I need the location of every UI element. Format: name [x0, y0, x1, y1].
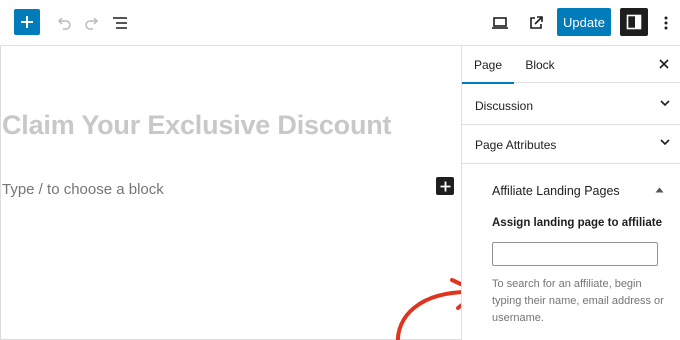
- affiliate-help-text: To search for an affiliate, begin typing…: [492, 278, 664, 324]
- sidebar-toggle-icon: [626, 14, 642, 30]
- preview-button[interactable]: [486, 9, 514, 37]
- affiliate-search-input[interactable]: [492, 242, 658, 266]
- inline-block-inserter-button[interactable]: [436, 177, 454, 195]
- settings-toggle-button[interactable]: [620, 8, 648, 36]
- caret-up-icon[interactable]: [655, 187, 664, 193]
- panel-title-page-attributes: Page Attributes: [475, 137, 557, 152]
- top-toolbar: Update: [0, 0, 680, 46]
- plus-icon: [21, 16, 33, 28]
- sidebar-tabs: Page Block: [462, 46, 680, 84]
- redo-button[interactable]: [78, 9, 106, 37]
- close-sidebar-button[interactable]: [656, 56, 672, 72]
- page-attributes-panel[interactable]: Page Attributes: [462, 125, 680, 164]
- assign-affiliate-label: Assign landing page to affiliate: [492, 217, 662, 229]
- desktop-preview-icon: [492, 17, 508, 29]
- block-placeholder[interactable]: Type / to choose a block: [2, 181, 164, 198]
- affiliate-panel-title[interactable]: Affiliate Landing Pages: [492, 184, 620, 198]
- editor-canvas: Claim Your Exclusive Discount Type / to …: [0, 46, 480, 340]
- view-page-button[interactable]: [522, 9, 550, 37]
- external-link-icon: [530, 16, 543, 29]
- chevron-down-icon: [660, 139, 670, 146]
- close-icon: [659, 59, 669, 69]
- chevron-down-icon: [660, 100, 670, 107]
- more-vertical-icon: [664, 16, 668, 30]
- tab-page[interactable]: Page: [462, 46, 514, 84]
- post-title[interactable]: Claim Your Exclusive Discount: [2, 110, 392, 141]
- discussion-panel[interactable]: Discussion: [462, 86, 680, 125]
- list-view-button[interactable]: [106, 9, 134, 37]
- plus-icon: [440, 181, 450, 191]
- update-button[interactable]: Update: [557, 8, 611, 36]
- settings-sidebar: Page Block Discussion Page Attributes Af…: [461, 46, 680, 340]
- tab-block[interactable]: Block: [518, 46, 562, 83]
- redo-icon: [85, 17, 99, 30]
- undo-icon: [57, 17, 71, 30]
- block-inserter-button[interactable]: [14, 9, 40, 35]
- options-button[interactable]: [652, 9, 680, 37]
- list-view-icon: [113, 17, 127, 29]
- undo-button[interactable]: [50, 9, 78, 37]
- panel-title-discussion: Discussion: [475, 98, 534, 113]
